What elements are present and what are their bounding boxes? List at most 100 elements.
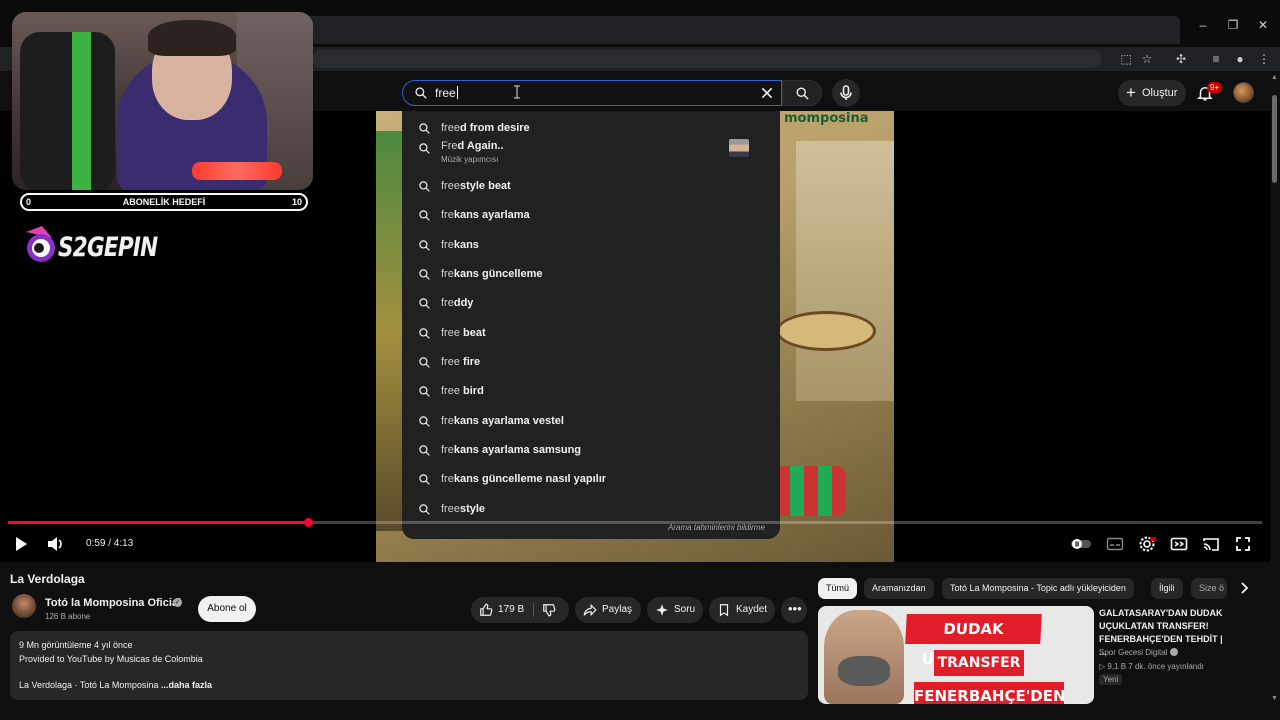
search-suggestion[interactable]: frekans güncelleme bbox=[402, 260, 780, 289]
chip-all[interactable]: Tümü bbox=[818, 578, 858, 599]
show-more-link[interactable]: ...daha fazla bbox=[161, 680, 212, 690]
thumbnail-beard bbox=[838, 656, 890, 686]
share-label: Paylaş bbox=[602, 604, 633, 615]
page-scrollbar[interactable] bbox=[1270, 71, 1280, 720]
suggestion-text: frekans güncelleme nasıl yapılır bbox=[441, 473, 606, 485]
suggestion-completion: kans güncelleme bbox=[453, 268, 543, 280]
save-button[interactable]: Kaydet bbox=[709, 597, 775, 623]
search-button[interactable] bbox=[782, 80, 822, 106]
browser-tab[interactable] bbox=[300, 16, 1180, 44]
chip-for-you[interactable]: Size ö bbox=[1191, 578, 1227, 599]
screen: – ❐ ✕ ⬚ ☆ ✣ ≡ ● ⋮ momposina free + Oluşt… bbox=[0, 0, 1280, 720]
progress-played bbox=[8, 521, 308, 524]
description-line: Provided to YouTube by Musicas de Colomb… bbox=[19, 654, 203, 664]
save-label: Kaydet bbox=[736, 604, 768, 615]
suggestion-typed-part: free bbox=[441, 385, 460, 397]
url-field[interactable] bbox=[312, 50, 1102, 68]
thumbs-down-icon[interactable] bbox=[542, 603, 556, 617]
profile-icon[interactable]: ● bbox=[1231, 50, 1249, 68]
scrollbar-thumb[interactable] bbox=[1272, 95, 1277, 183]
suggestion-typed-part: free bbox=[441, 356, 460, 368]
description-box[interactable]: 9 Mn görüntüleme 4 yıl önce Provided to … bbox=[10, 631, 808, 700]
progress-scrubber-handle[interactable] bbox=[303, 518, 313, 527]
scroll-up-arrow-icon[interactable]: ▲ bbox=[1271, 74, 1278, 81]
bookmark-icon bbox=[719, 604, 729, 617]
restore-button[interactable]: ❐ bbox=[1218, 18, 1248, 32]
goal-label: ABONELİK HEDEFİ bbox=[122, 197, 206, 207]
install-app-icon[interactable]: ⬚ bbox=[1117, 50, 1135, 68]
chip-from-uploader[interactable]: Totó La Momposina - Topic adlı yükleyici… bbox=[942, 578, 1134, 599]
miniplayer-icon[interactable] bbox=[1170, 535, 1188, 553]
recommended-channel[interactable]: Spor Gecesi Digital bbox=[1099, 648, 1178, 657]
channel-name[interactable]: Totó la Momposina Oficial bbox=[45, 597, 181, 609]
goal-end: 10 bbox=[291, 197, 302, 207]
subtitles-icon[interactable] bbox=[1106, 535, 1124, 553]
search-suggestion[interactable]: free bird bbox=[402, 377, 780, 406]
sparkle-icon bbox=[656, 604, 668, 616]
clear-search-icon[interactable] bbox=[759, 85, 775, 101]
close-window-button[interactable]: ✕ bbox=[1248, 18, 1278, 32]
streamer-webcam bbox=[12, 12, 313, 190]
search-suggestion[interactable]: free fire bbox=[402, 348, 780, 377]
media-control-icon[interactable]: ≡ bbox=[1207, 50, 1225, 68]
suggestion-completion: beat bbox=[459, 327, 486, 339]
text-cursor-icon bbox=[514, 85, 520, 99]
search-suggestion[interactable]: frekans güncelleme nasıl yapılır bbox=[402, 465, 780, 494]
verified-check-icon: ✓ bbox=[173, 598, 182, 607]
search-suggestion[interactable]: freddy bbox=[402, 289, 780, 318]
recommended-thumbnail[interactable]: DUDAK UÇUKLATAN TRANSFER ? FENERBAHÇE'DE… bbox=[818, 606, 1094, 704]
search-icon bbox=[419, 240, 430, 251]
scroll-down-arrow-icon[interactable]: ▼ bbox=[1271, 695, 1278, 702]
search-suggestion[interactable]: free beat bbox=[402, 319, 780, 348]
browser-menu-icon[interactable]: ⋮ bbox=[1255, 50, 1273, 68]
search-suggestion[interactable]: freed from desire bbox=[402, 114, 780, 143]
channel-avatar[interactable] bbox=[12, 594, 36, 618]
create-button[interactable]: + Oluştur bbox=[1118, 80, 1186, 106]
more-dots-icon: ••• bbox=[788, 601, 802, 616]
search-suggestion[interactable]: freestyle bbox=[402, 495, 780, 524]
bookmark-star-icon[interactable]: ☆ bbox=[1138, 50, 1156, 68]
more-actions-button[interactable]: ••• bbox=[781, 597, 807, 623]
chevron-right-icon[interactable] bbox=[1236, 580, 1252, 596]
subscribe-button[interactable]: Abone ol bbox=[198, 596, 256, 622]
chip-related[interactable]: İlgili bbox=[1151, 578, 1183, 599]
suggestion-text: frekans ayarlama samsung bbox=[441, 444, 581, 456]
search-icon bbox=[419, 210, 430, 221]
voice-search-button[interactable] bbox=[832, 79, 860, 107]
extensions-icon[interactable]: ✣ bbox=[1172, 50, 1190, 68]
search-suggestion[interactable]: freestyle beat bbox=[402, 172, 780, 201]
plus-icon: + bbox=[1126, 83, 1136, 102]
play-icon[interactable] bbox=[12, 535, 30, 553]
share-button[interactable]: Paylaş bbox=[575, 597, 641, 623]
recommended-meta: ▷ 9,1 B 7 dk. önce yayınlandı bbox=[1099, 662, 1204, 671]
suggestion-text: freed from desire bbox=[441, 122, 530, 134]
search-icon bbox=[419, 181, 430, 192]
suggestion-text: frekans bbox=[441, 239, 479, 251]
minimize-button[interactable]: – bbox=[1188, 18, 1218, 32]
create-label: Oluştur bbox=[1142, 87, 1178, 99]
account-avatar[interactable] bbox=[1233, 82, 1254, 103]
report-predictions-link[interactable]: Arama tahminlerini bildirme bbox=[668, 523, 765, 532]
chip-from-search[interactable]: Aramanızdan bbox=[864, 578, 934, 599]
thumbs-up-icon[interactable] bbox=[479, 603, 493, 617]
share-icon bbox=[583, 603, 597, 617]
search-input[interactable]: free bbox=[402, 80, 782, 106]
search-suggestion[interactable]: frekans ayarlama vestel bbox=[402, 407, 780, 436]
search-suggestion[interactable]: frekans ayarlama samsung bbox=[402, 436, 780, 465]
subscriber-goal-bar: 0 ABONELİK HEDEFİ 10 bbox=[20, 193, 308, 211]
ask-button[interactable]: Soru bbox=[647, 597, 703, 623]
fullscreen-icon[interactable] bbox=[1234, 535, 1252, 553]
cast-icon[interactable] bbox=[1202, 535, 1220, 553]
streamer-microphone bbox=[192, 162, 282, 180]
autoplay-toggle-icon[interactable] bbox=[1070, 535, 1092, 553]
search-suggestion[interactable]: frekans ayarlama bbox=[402, 201, 780, 230]
search-suggestion[interactable]: frekans bbox=[402, 231, 780, 260]
streamer-hair bbox=[148, 20, 236, 56]
suggestion-typed-part: free bbox=[441, 180, 460, 192]
like-count[interactable]: 179 B bbox=[498, 597, 524, 623]
suggestion-typed-part: fre bbox=[441, 209, 454, 221]
settings-gear-icon[interactable] bbox=[1138, 535, 1156, 553]
thumbnail-headline: FENERBAHÇE'DEN bbox=[914, 682, 1066, 704]
volume-icon[interactable] bbox=[46, 535, 64, 553]
suggestion-completion: bird bbox=[459, 385, 484, 397]
